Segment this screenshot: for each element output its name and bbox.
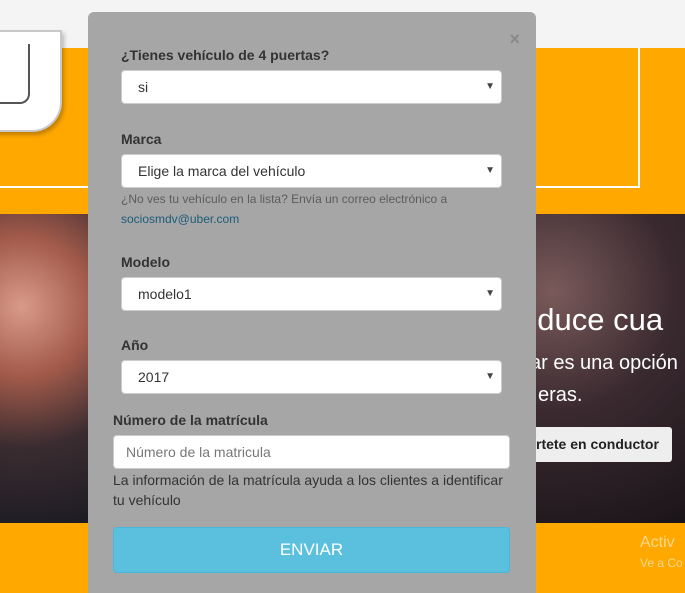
plate-input[interactable]: Número de la matricula [113, 435, 510, 469]
brand-select-value: Elige la marca del vehículo [138, 163, 306, 179]
year-label: Año [121, 337, 149, 353]
year-select[interactable]: 2017 ▼ [121, 360, 502, 394]
vehicle-modal: × ¿Tienes vehículo de 4 puertas? si ▼ Ma… [88, 12, 536, 593]
plate-label: Número de la matrícula [113, 412, 268, 428]
chevron-down-icon: ▼ [485, 371, 495, 382]
phone-illustration [0, 30, 62, 132]
hero-heading: nduce cua [520, 302, 664, 337]
hero-subtext-2: eras. [538, 384, 583, 406]
doors-select[interactable]: si ▼ [121, 70, 502, 104]
brand-select[interactable]: Elige la marca del vehículo ▼ [121, 154, 502, 188]
chevron-down-icon: ▼ [485, 165, 495, 176]
doors-select-value: si [138, 79, 149, 95]
submit-button[interactable]: ENVIAR [113, 527, 510, 573]
model-select-value: modelo1 [138, 286, 192, 302]
become-driver-button[interactable]: rtete en conductor [524, 427, 672, 462]
model-select[interactable]: modelo1 ▼ [121, 277, 502, 311]
activation-watermark-sub: Ve a Co [640, 556, 683, 570]
brand-help: ¿No ves tu vehículo en la lista? Envía u… [121, 189, 447, 229]
chevron-down-icon: ▼ [485, 288, 495, 299]
close-icon[interactable]: × [509, 30, 520, 48]
brand-help-text: ¿No ves tu vehículo en la lista? Envía u… [121, 192, 448, 206]
year-select-value: 2017 [138, 369, 170, 385]
chevron-down-icon: ▼ [485, 81, 495, 92]
brand-label: Marca [121, 131, 162, 147]
hero-subtext-1: ar es una opción [530, 352, 678, 374]
model-label: Modelo [121, 254, 170, 270]
plate-info: La información de la matrícula ayuda a l… [113, 472, 503, 508]
doors-label: ¿Tienes vehículo de 4 puertas? [121, 47, 330, 63]
activation-watermark: Activ [640, 534, 675, 551]
support-email-link[interactable]: sociosmdv@uber.com [121, 209, 447, 229]
